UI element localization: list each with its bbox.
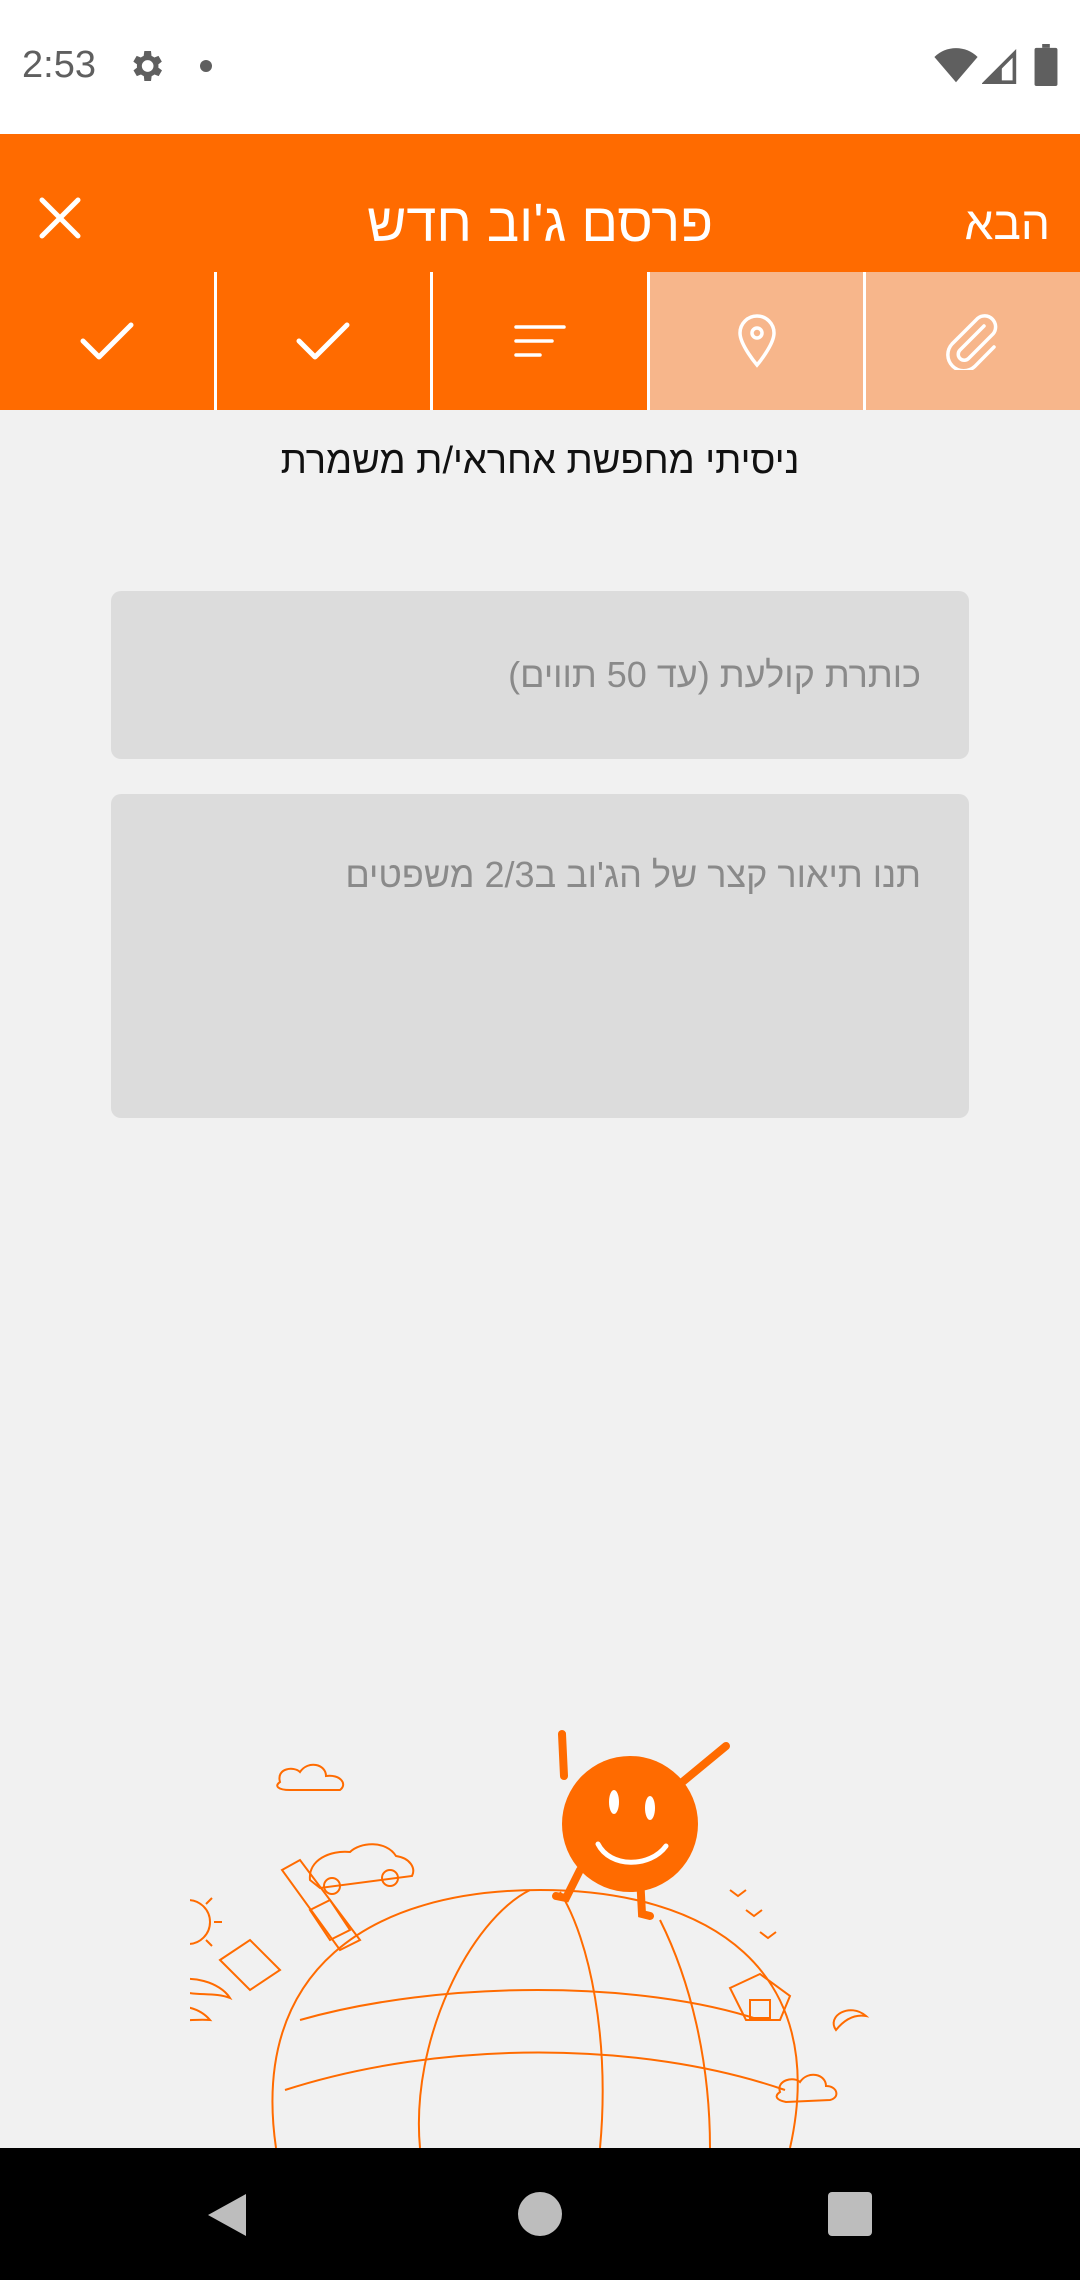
wifi-icon [934,48,978,83]
step-tab-1[interactable] [0,272,214,410]
next-button[interactable]: הבא [964,192,1050,254]
job-title-field-container [111,591,969,759]
status-time: 2:53 [22,44,96,86]
text-lines-icon [514,325,566,357]
job-description-field-container [111,794,969,1118]
check-icon [80,322,134,360]
check-icon [296,322,350,360]
step-tabs [0,272,1080,410]
job-description-input[interactable] [153,848,923,1082]
back-triangle-icon[interactable] [202,2190,252,2240]
step-tab-2[interactable] [216,272,431,410]
job-title-input[interactable] [157,644,923,706]
notification-dot-icon [200,60,212,72]
job-subtitle: ניסיתי מחפשת אחראי/ת משמרת [280,440,800,482]
page-title: פרסם ג'וב חדש [366,193,714,253]
paperclip-icon [946,314,998,370]
step-tab-5[interactable] [866,272,1080,410]
home-circle-icon[interactable] [518,2192,562,2236]
globe-mascot-illustration [190,1730,870,2148]
recents-square-icon[interactable] [828,2192,872,2236]
cell-signal-icon [982,49,1017,84]
battery-icon [1034,44,1058,86]
status-bar: 2:53 [0,0,1080,134]
location-pin-icon [737,314,776,368]
step-tab-4[interactable] [649,272,864,410]
settings-gear-icon [133,51,162,81]
step-tab-3[interactable] [433,272,647,410]
